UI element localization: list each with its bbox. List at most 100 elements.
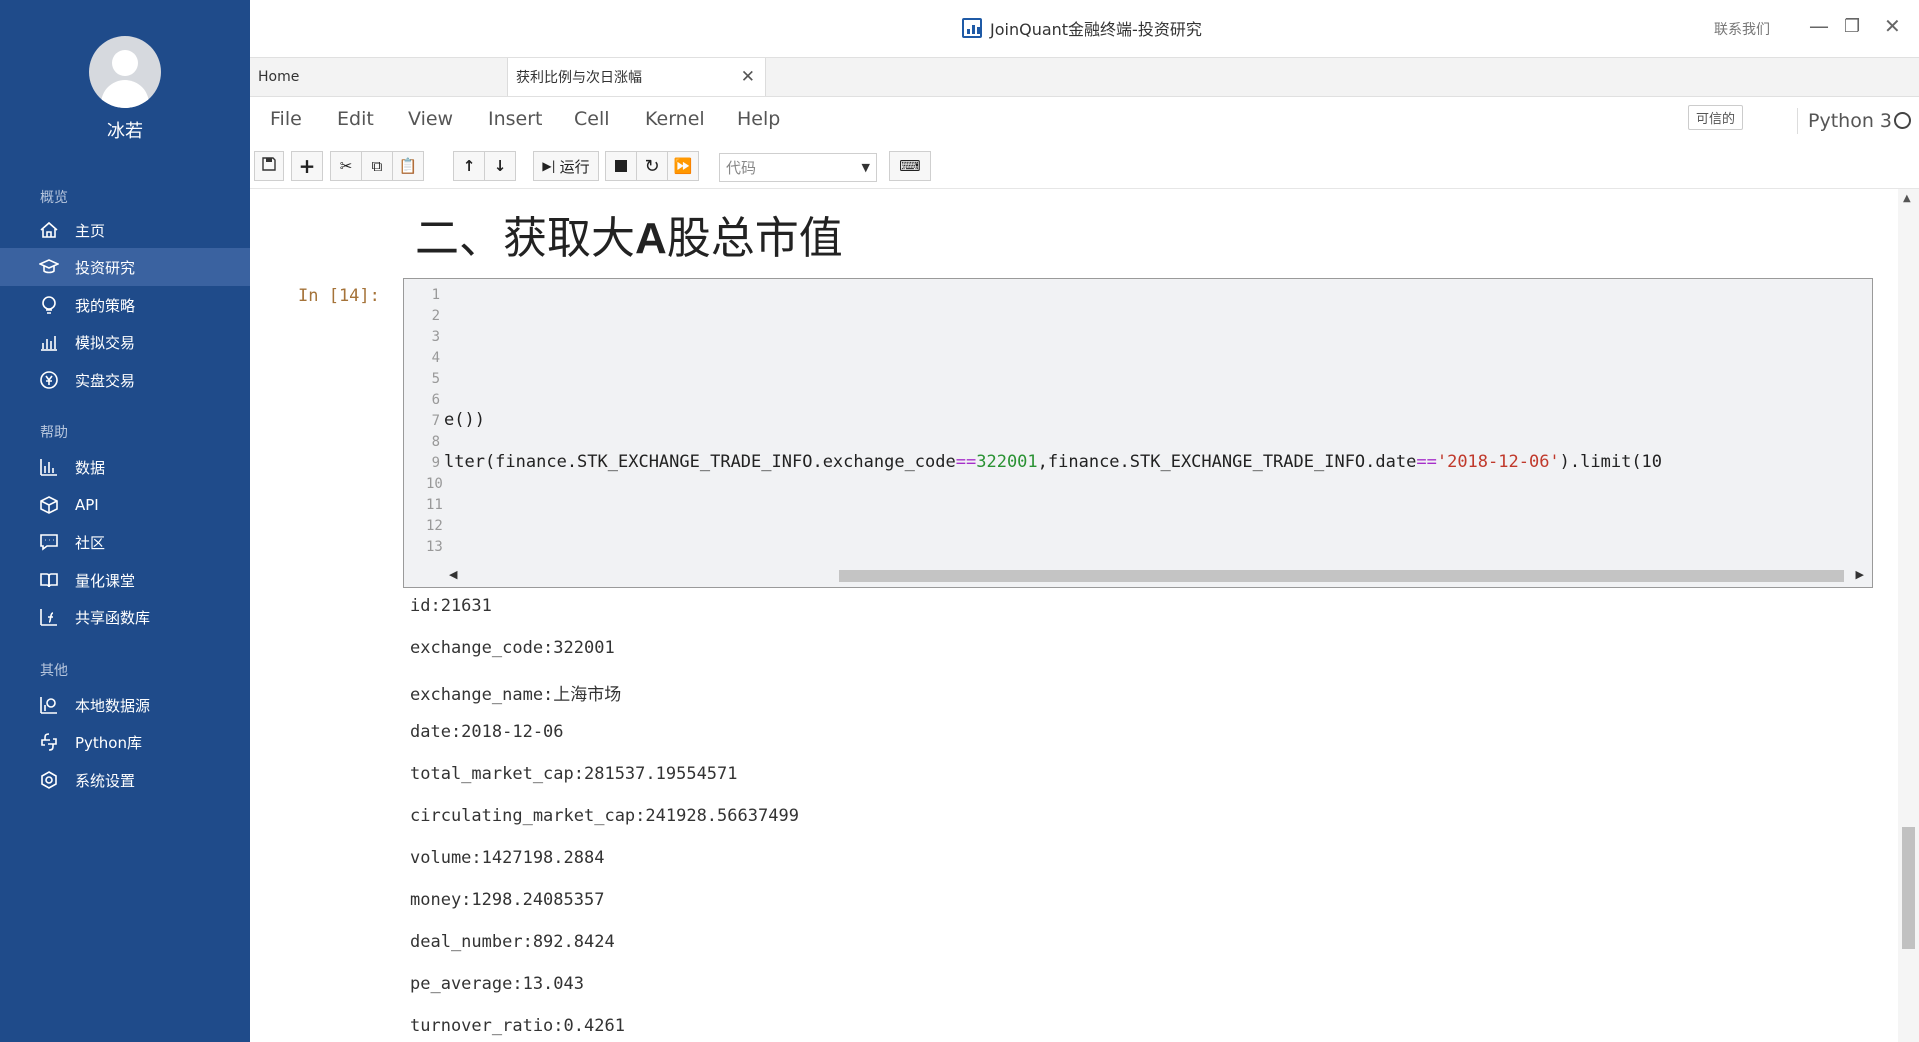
line-number: 10 (426, 476, 443, 492)
close-window-button[interactable]: ✕ (1884, 14, 1901, 38)
sidebar-item-label: API (75, 496, 99, 514)
sidebar-item-community[interactable]: 社区 (0, 523, 250, 561)
save-button[interactable] (254, 151, 284, 181)
sidebar-item-label: 共享函数库 (75, 608, 151, 627)
heading-bold: A (635, 214, 667, 263)
menu-view[interactable]: View (408, 108, 453, 130)
line-number: 9 (431, 455, 440, 471)
yen-coin-icon (38, 369, 60, 391)
menu-insert[interactable]: Insert (488, 108, 543, 130)
vertical-scrollbar[interactable]: ▲ (1898, 189, 1919, 1042)
menu-bar: File Edit View Insert Cell Kernel Help (250, 97, 1919, 143)
copy-button[interactable]: ⧉ (361, 151, 393, 181)
settings-icon (38, 769, 60, 791)
code-cell[interactable]: 1 2 3 4 5 6 7 8 9 10 11 12 13 e()) lter(… (403, 278, 1873, 588)
run-button[interactable]: ▶| 运行 (533, 151, 599, 181)
scissors-icon: ✂ (339, 157, 353, 175)
input-prompt: In [14]: (298, 286, 380, 306)
sidebar-item-label: 社区 (75, 533, 106, 552)
menu-cell[interactable]: Cell (574, 108, 610, 130)
tab-home[interactable]: Home (250, 58, 508, 96)
move-up-button[interactable]: ↑ (453, 151, 485, 181)
sidebar-item-api[interactable]: API (0, 486, 250, 524)
cut-button[interactable]: ✂ (330, 151, 362, 181)
paste-button[interactable]: 📋 (392, 151, 424, 181)
bar-chart-icon (38, 331, 60, 353)
tab-notebook[interactable]: 获利比例与次日涨幅 ✕ (508, 58, 766, 96)
sidebar-item-strategy[interactable]: 我的策略 (0, 286, 250, 324)
kernel-name: Python 3 (1797, 108, 1892, 134)
cell-type-value: 代码 (726, 159, 757, 177)
output-line: turnover_ratio:0.4261 (410, 1016, 625, 1036)
book-icon (38, 569, 60, 591)
menu-file[interactable]: File (270, 108, 302, 130)
fast-forward-icon: ⏩ (673, 157, 693, 175)
sidebar-item-label: 模拟交易 (75, 333, 136, 352)
scroll-up-icon[interactable]: ▲ (1903, 193, 1911, 204)
lightbulb-icon (38, 294, 60, 316)
sidebar-item-settings[interactable]: 系统设置 (0, 761, 250, 799)
heading-prefix: 二、获取大 (415, 213, 635, 264)
keyboard-icon: ⌨ (899, 157, 921, 175)
menu-kernel[interactable]: Kernel (645, 108, 705, 130)
plus-icon: + (298, 154, 316, 178)
sidebar-item-research[interactable]: 投资研究 (0, 248, 250, 286)
sidebar-item-live-trading[interactable]: 实盘交易 (0, 361, 250, 399)
code-line-9: lter(finance.STK_EXCHANGE_TRADE_INFO.exc… (444, 452, 1663, 472)
interrupt-button[interactable] (605, 151, 637, 181)
line-number: 7 (431, 413, 440, 429)
menu-edit[interactable]: Edit (337, 108, 374, 130)
line-number: 1 (431, 287, 440, 303)
output-line: deal_number:892.8424 (410, 932, 615, 952)
sidebar-item-home[interactable]: 主页 (0, 211, 250, 249)
scroll-right-icon[interactable]: ▶ (1856, 568, 1864, 581)
line-number: 3 (431, 329, 440, 345)
sidebar-item-local-datasource[interactable]: 本地数据源 (0, 686, 250, 724)
sidebar-item-shared-functions[interactable]: 共享函数库 (0, 598, 250, 636)
vertical-scroll-thumb[interactable] (1902, 827, 1915, 949)
scroll-thumb[interactable] (839, 570, 1844, 582)
sidebar-item-simulated-trading[interactable]: 模拟交易 (0, 323, 250, 361)
line-number: 5 (431, 371, 440, 387)
graduation-cap-icon (38, 256, 60, 278)
insert-cell-button[interactable]: + (291, 151, 323, 181)
output-line: pe_average:13.043 (410, 974, 584, 994)
close-tab-icon[interactable]: ✕ (741, 67, 755, 87)
maximize-button[interactable]: ❐ (1844, 16, 1860, 37)
line-number: 4 (431, 350, 440, 366)
code-line-7: e()) (444, 410, 485, 430)
output-line: volume:1427198.2884 (410, 848, 605, 868)
save-icon (262, 157, 276, 175)
minimize-button[interactable]: — (1809, 14, 1829, 38)
tab-label: 获利比例与次日涨幅 (516, 70, 642, 86)
cell-type-select[interactable]: 代码 ▼ (719, 153, 877, 182)
sidebar-item-python-libs[interactable]: Python库 (0, 723, 250, 761)
output-line: exchange_code:322001 (410, 638, 615, 658)
output-line: date:2018-12-06 (410, 722, 564, 742)
command-palette-button[interactable]: ⌨ (889, 151, 931, 181)
window-title: JoinQuant金融终端-投资研究 (962, 16, 1202, 40)
scroll-left-icon[interactable]: ◀ (449, 568, 457, 581)
markdown-heading: 二、获取大A股总市值 (415, 202, 843, 266)
kernel-status-icon (1894, 112, 1911, 129)
sidebar-item-data[interactable]: 数据 (0, 448, 250, 486)
trusted-badge[interactable]: 可信的 (1688, 105, 1744, 130)
username: 冰若 (107, 121, 143, 142)
sidebar-item-label: 投资研究 (75, 258, 136, 277)
line-number: 12 (426, 518, 443, 534)
menu-help[interactable]: Help (737, 108, 780, 130)
restart-button[interactable]: ↻ (636, 151, 668, 181)
python-icon (38, 731, 60, 753)
run-all-button[interactable]: ⏩ (667, 151, 699, 181)
section-title-help: 帮助 (40, 425, 68, 441)
contact-us-link[interactable]: 联系我们 (1714, 19, 1770, 39)
copy-icon: ⧉ (371, 157, 383, 175)
horizontal-scrollbar[interactable]: ◀ ▶ (404, 565, 1872, 585)
avatar[interactable] (89, 36, 161, 108)
cube-icon (38, 494, 60, 516)
sidebar-item-label: 我的策略 (75, 296, 136, 315)
sidebar-item-quant-class[interactable]: 量化课堂 (0, 561, 250, 599)
move-down-button[interactable]: ↓ (484, 151, 516, 181)
heading-suffix: 股总市值 (666, 213, 843, 264)
chat-icon (38, 531, 60, 553)
